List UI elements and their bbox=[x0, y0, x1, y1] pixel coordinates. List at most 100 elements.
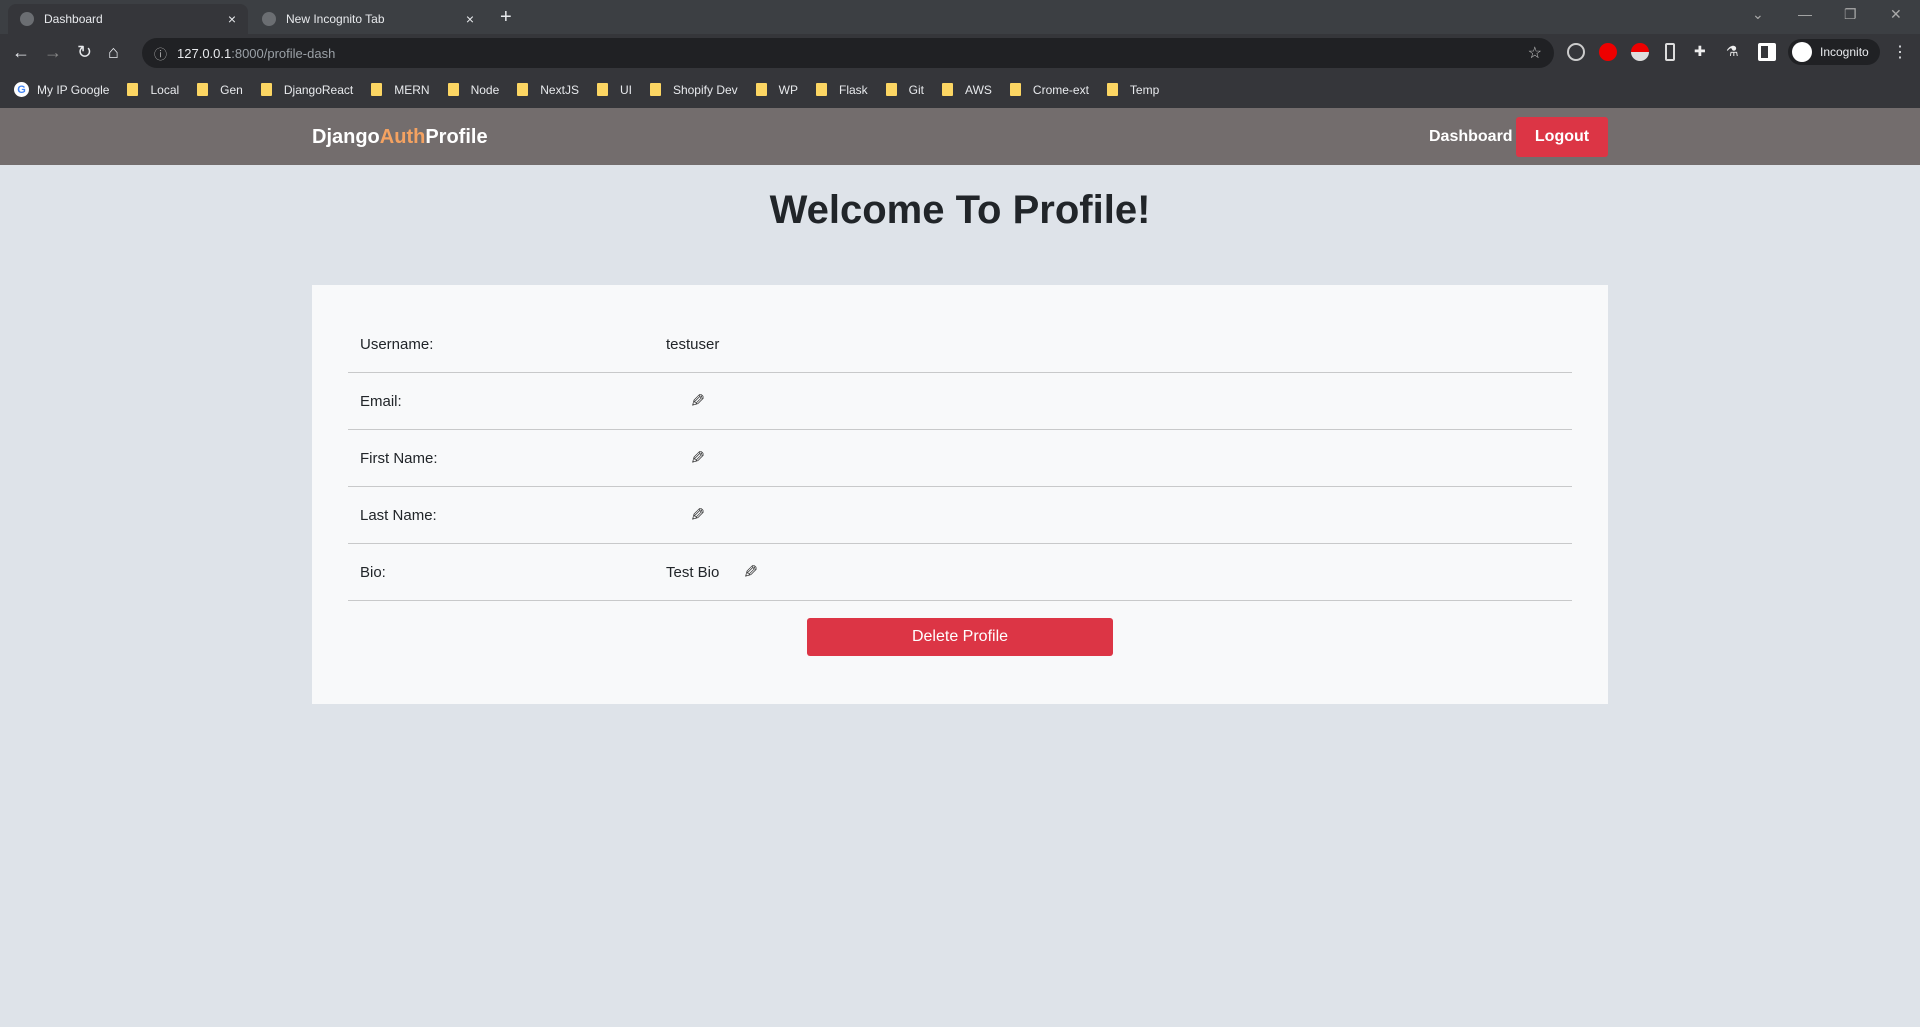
folder-icon bbox=[517, 83, 529, 96]
bookmark-label: Local bbox=[150, 82, 180, 97]
home-icon[interactable]: ⌂ bbox=[108, 42, 119, 63]
incognito-profile-button[interactable]: Incognito bbox=[1788, 39, 1880, 65]
field-value-container: testuser bbox=[666, 336, 719, 353]
folder-icon bbox=[447, 83, 459, 96]
bookmark-label: MERN bbox=[394, 82, 430, 97]
folder-icon bbox=[755, 83, 767, 96]
bookmark-label: WP bbox=[778, 82, 798, 97]
bookmark-folder[interactable]: Git bbox=[885, 83, 924, 97]
field-label: First Name: bbox=[360, 449, 438, 467]
tab-incognito[interactable]: New Incognito Tab × bbox=[250, 4, 486, 34]
folder-icon bbox=[885, 83, 897, 96]
pokeball-extension-icon[interactable] bbox=[1631, 43, 1649, 61]
edit-pencil-icon[interactable]: ✎ bbox=[690, 448, 705, 469]
incognito-avatar-icon bbox=[1792, 42, 1812, 62]
edit-pencil-icon[interactable]: ✎ bbox=[743, 562, 758, 583]
device-icon[interactable] bbox=[1665, 43, 1675, 61]
bookmark-folder[interactable]: Gen bbox=[197, 83, 243, 97]
bookmark-label: DjangoReact bbox=[283, 82, 354, 97]
close-window-icon[interactable]: ✕ bbox=[1890, 6, 1902, 23]
bookmark-folder[interactable]: WP bbox=[755, 82, 798, 97]
tab-search-icon[interactable]: ⌄ bbox=[1752, 6, 1764, 23]
incognito-icon bbox=[262, 12, 276, 26]
bookmark-label: Flask bbox=[839, 82, 868, 97]
restore-icon[interactable]: ❐ bbox=[1844, 6, 1857, 23]
folder-icon bbox=[942, 83, 954, 96]
bookmark-folder[interactable]: AWS bbox=[942, 83, 992, 97]
tab-bar: Dashboard × New Incognito Tab × + ⌄ — ❐ ✕ bbox=[0, 0, 1920, 34]
site-navbar: DjangoAuthProfile Dashboard Logout bbox=[0, 108, 1920, 165]
brand-part: Profile bbox=[425, 126, 488, 148]
tab-label: Dashboard bbox=[44, 12, 103, 26]
field-value-container: ✎ bbox=[666, 448, 705, 469]
bookmarks-bar: G My IP Google Local Gen DjangoReact MERN… bbox=[0, 71, 1920, 108]
bookmark-folder[interactable]: DjangoReact bbox=[260, 82, 354, 97]
side-panel-icon[interactable] bbox=[1758, 43, 1776, 61]
field-value: testuser bbox=[666, 335, 720, 353]
field-value-container: ✎ bbox=[666, 391, 705, 412]
logout-button[interactable]: Logout bbox=[1516, 117, 1608, 157]
profile-row-first-name: First Name: ✎ bbox=[348, 430, 1572, 487]
bookmark-label: NextJS bbox=[540, 82, 579, 97]
folder-icon bbox=[816, 83, 827, 96]
folder-icon bbox=[260, 83, 272, 96]
folder-icon bbox=[371, 83, 383, 96]
bookmark-label: Temp bbox=[1129, 82, 1160, 97]
profile-row-bio: Bio: Test Bio ✎ bbox=[348, 544, 1572, 601]
nav-dashboard-link[interactable]: Dashboard bbox=[1429, 128, 1513, 146]
bookmark-label: AWS bbox=[965, 82, 992, 97]
close-tab-icon[interactable]: × bbox=[466, 11, 474, 27]
menu-kebab-icon[interactable]: ⋮ bbox=[1892, 42, 1908, 62]
bookmark-label: Crome-ext bbox=[1032, 82, 1089, 97]
edit-pencil-icon[interactable]: ✎ bbox=[690, 391, 705, 412]
extension-icon[interactable] bbox=[1567, 43, 1585, 61]
profile-row-username: Username: testuser bbox=[348, 316, 1572, 373]
field-label: Email: bbox=[360, 392, 402, 410]
tab-label: New Incognito Tab bbox=[286, 12, 385, 26]
extensions-puzzle-icon[interactable]: ✚ bbox=[1694, 43, 1712, 61]
url-host: 127.0.0.1 bbox=[177, 45, 232, 61]
bookmark-label: UI bbox=[619, 82, 632, 97]
reload-icon[interactable]: ↻ bbox=[77, 42, 92, 63]
delete-profile-button[interactable]: Delete Profile bbox=[807, 618, 1113, 656]
field-label: Bio: bbox=[360, 563, 386, 581]
bookmark-label: Shopify Dev bbox=[672, 82, 738, 97]
field-value-container: Test Bio ✎ bbox=[666, 562, 758, 583]
browser-toolbar: ← → ↻ ⌂ ⓘ 127.0.0.1:8000/profile-dash ☆ … bbox=[0, 34, 1920, 71]
close-tab-icon[interactable]: × bbox=[228, 11, 236, 27]
page-title: Welcome To Profile! bbox=[769, 188, 1151, 232]
field-label: Username: bbox=[360, 335, 434, 353]
bookmark-folder[interactable]: Node bbox=[447, 83, 499, 97]
minimize-icon[interactable]: — bbox=[1798, 6, 1812, 22]
bookmark-folder[interactable]: Flask bbox=[816, 83, 868, 97]
address-bar[interactable]: ⓘ 127.0.0.1:8000/profile-dash ☆ bbox=[142, 38, 1554, 68]
edit-pencil-icon[interactable]: ✎ bbox=[690, 505, 705, 526]
adblock-icon[interactable] bbox=[1599, 43, 1617, 61]
field-label: Last Name: bbox=[360, 506, 437, 524]
bookmark-label: Gen bbox=[220, 82, 243, 97]
profile-row-last-name: Last Name: ✎ bbox=[348, 487, 1572, 544]
bookmark-folder[interactable]: NextJS bbox=[517, 83, 579, 97]
bookmark-my-ip-google[interactable]: G My IP Google bbox=[14, 82, 109, 97]
bookmark-label: My IP Google bbox=[37, 82, 110, 97]
back-icon[interactable]: ← bbox=[12, 42, 30, 63]
labs-flask-icon[interactable]: ⚗ bbox=[1726, 43, 1744, 61]
folder-icon bbox=[1106, 83, 1118, 96]
folder-icon bbox=[1009, 83, 1021, 96]
bookmark-folder[interactable]: Shopify Dev bbox=[649, 82, 738, 97]
bookmark-folder[interactable]: Local bbox=[127, 83, 179, 97]
brand-logo[interactable]: DjangoAuthProfile bbox=[312, 126, 488, 149]
tab-dashboard[interactable]: Dashboard × bbox=[8, 4, 248, 34]
bookmark-folder[interactable]: UI bbox=[596, 82, 632, 97]
bookmark-folder[interactable]: Crome-ext bbox=[1009, 82, 1089, 97]
field-value-container: ✎ bbox=[666, 505, 705, 526]
new-tab-button[interactable]: + bbox=[500, 6, 512, 29]
field-value: Test Bio bbox=[666, 563, 720, 581]
brand-accent: Auth bbox=[379, 126, 426, 148]
bookmark-folder[interactable]: MERN bbox=[371, 82, 430, 97]
folder-icon bbox=[127, 83, 139, 96]
google-icon: G bbox=[14, 82, 29, 97]
bookmark-star-icon[interactable]: ☆ bbox=[1528, 43, 1542, 63]
forward-icon[interactable]: → bbox=[44, 42, 62, 63]
bookmark-folder[interactable]: Temp bbox=[1106, 82, 1160, 97]
